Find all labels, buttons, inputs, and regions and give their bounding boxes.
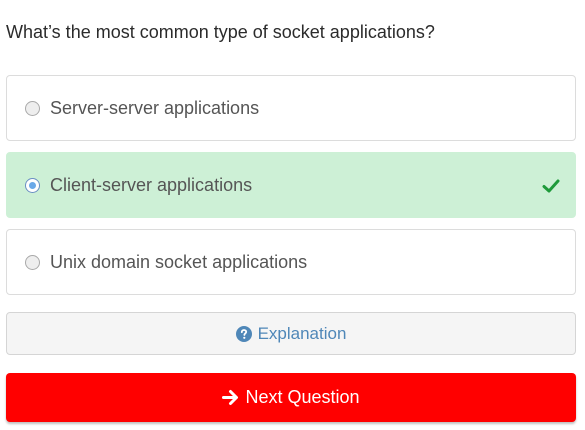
option-label: Server-server applications [50,97,260,118]
radio-button-selected[interactable] [25,177,40,193]
next-question-button[interactable]: Next Question [6,373,576,422]
option-unix-domain[interactable]: Unix domain socket applications [6,229,576,295]
quiz-card: What’s the most common type of socket ap… [0,0,585,430]
option-label: Client-server applications [50,174,253,195]
option-label: Unix domain socket applications [50,251,308,272]
question-text: What’s the most common type of socket ap… [6,22,435,42]
radio-button[interactable] [25,254,40,270]
option-server-server[interactable]: Server-server applications [6,75,576,141]
next-question-label: Next Question [245,387,360,407]
explanation-button[interactable]: Explanation [6,312,576,355]
arrow-right-icon [222,390,239,405]
question-circle-icon [235,325,252,342]
checkmark-icon [542,179,560,193]
radio-button[interactable] [25,100,40,116]
explanation-label: Explanation [257,323,347,343]
option-client-server[interactable]: Client-server applications [6,152,576,218]
